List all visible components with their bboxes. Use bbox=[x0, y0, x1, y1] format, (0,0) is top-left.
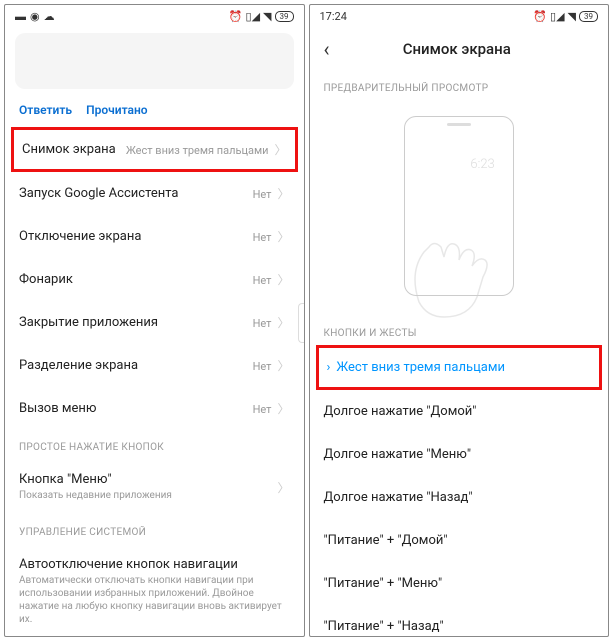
phone-left: ▬ ◉ ☁ ⏰ ▯◢ ◥ 39 Ответить Прочитано Снимо… bbox=[4, 4, 305, 637]
reply-action[interactable]: Ответить bbox=[19, 103, 72, 117]
phone-right: 17:24 ⏰ ▯◢ ◥ 39 ‹ Снимок экрана ПРЕДВАРИ… bbox=[309, 4, 610, 637]
setting-value: Нет bbox=[253, 360, 272, 373]
section-header-buttons: ПРОСТОЕ НАЖАТИЕ КНОПОК bbox=[5, 430, 304, 459]
chevron-right-icon: 〉 bbox=[274, 143, 286, 157]
setting-value: Нет bbox=[253, 317, 272, 330]
setting-flashlight[interactable]: Фонарик Нет 〉 bbox=[5, 258, 304, 301]
status-bar: 17:24 ⏰ ▯◢ ◥ 39 bbox=[310, 5, 609, 27]
chevron-right-icon: 〉 bbox=[277, 402, 289, 416]
setting-label: Кнопка "Меню" bbox=[19, 472, 172, 487]
back-icon[interactable]: ‹ bbox=[324, 37, 330, 61]
setting-label: Снимок экрана bbox=[22, 142, 116, 157]
gesture-label: Жест вниз тремя пальцами bbox=[336, 360, 505, 375]
wifi-icon: ◥ bbox=[568, 10, 576, 23]
cloud-icon: ☁ bbox=[44, 10, 55, 23]
status-bar: ▬ ◉ ☁ ⏰ ▯◢ ◥ 39 bbox=[5, 5, 304, 27]
setting-label: Закрытие приложения bbox=[19, 315, 158, 330]
preview-section-header: ПРЕДВАРИТЕЛЬНЫЙ ПРОСМОТР bbox=[310, 71, 609, 100]
gesture-label: "Питание" + "Назад" bbox=[324, 619, 444, 634]
chevron-right-icon: 〉 bbox=[277, 316, 289, 330]
setting-label: Фонарик bbox=[19, 272, 73, 287]
preview-time: 6:23 bbox=[470, 157, 494, 172]
gesture-label: "Питание" + "Домой" bbox=[324, 533, 448, 548]
signal-icon: ▯◢ bbox=[246, 10, 261, 23]
preview-illustration: 6:23 bbox=[324, 106, 595, 306]
gesture-power-home[interactable]: "Питание" + "Домой" bbox=[310, 519, 609, 562]
setting-label: Разделение экрана bbox=[19, 358, 138, 373]
alarm-icon: ⏰ bbox=[533, 10, 547, 23]
gesture-long-home[interactable]: Долгое нажатие "Домой" bbox=[310, 390, 609, 433]
chevron-right-icon: 〉 bbox=[277, 187, 289, 201]
hand-icon bbox=[389, 202, 529, 322]
chevron-right-icon: 〉 bbox=[277, 230, 289, 244]
page-header: ‹ Снимок экрана bbox=[310, 27, 609, 71]
setting-value: Нет bbox=[253, 188, 272, 201]
section-header-system: УПРАВЛЕНИЕ СИСТЕМОЙ bbox=[5, 515, 304, 544]
setting-sublabel: Показать недавние приложения bbox=[19, 489, 172, 502]
gesture-label: "Питание" + "Меню" bbox=[324, 576, 443, 591]
battery-level: 39 bbox=[579, 11, 598, 22]
gesture-long-menu[interactable]: Долгое нажатие "Меню" bbox=[310, 433, 609, 476]
chevron-right-icon: 〉 bbox=[277, 359, 289, 373]
side-handle-icon bbox=[298, 303, 304, 343]
setting-label: Отключение экрана bbox=[19, 229, 141, 244]
read-action[interactable]: Прочитано bbox=[86, 103, 148, 117]
battery-level: 39 bbox=[275, 11, 294, 22]
setting-screen-off[interactable]: Отключение экрана Нет 〉 bbox=[5, 215, 304, 258]
notification-card[interactable] bbox=[15, 33, 294, 89]
setting-screenshot[interactable]: Снимок экрана Жест вниз тремя пальцами 〉 bbox=[11, 127, 298, 172]
clock-time: 17:24 bbox=[320, 10, 347, 23]
gesture-power-back[interactable]: "Питание" + "Назад" bbox=[310, 605, 609, 636]
gesture-long-back[interactable]: Долгое нажатие "Назад" bbox=[310, 476, 609, 519]
gesture-label: Долгое нажатие "Меню" bbox=[324, 447, 472, 462]
chat-icon: ▬ bbox=[15, 10, 26, 23]
gesture-swipe-down[interactable]: › Жест вниз тремя пальцами bbox=[316, 345, 603, 390]
setting-label: Вызов меню bbox=[19, 401, 97, 416]
setting-menu-call[interactable]: Вызов меню Нет 〉 bbox=[5, 387, 304, 430]
setting-value: Нет bbox=[253, 274, 272, 287]
gesture-power-menu[interactable]: "Питание" + "Меню" bbox=[310, 562, 609, 605]
alarm-icon: ⏰ bbox=[229, 10, 243, 23]
setting-sublabel: Автоматически отключать кнопки навигации… bbox=[19, 574, 290, 626]
setting-split-screen[interactable]: Разделение экрана Нет 〉 bbox=[5, 344, 304, 387]
gesture-label: Долгое нажатие "Домой" bbox=[324, 404, 477, 419]
wifi-icon: ◥ bbox=[263, 10, 271, 23]
notification-actions: Ответить Прочитано bbox=[5, 99, 304, 127]
checkmark-icon: › bbox=[327, 360, 331, 375]
eye-icon: ◉ bbox=[30, 10, 40, 23]
signal-icon: ▯◢ bbox=[550, 10, 565, 23]
setting-value: Жест вниз тремя пальцами bbox=[126, 144, 269, 157]
chevron-right-icon: 〉 bbox=[277, 479, 289, 496]
setting-menu-button[interactable]: Кнопка "Меню" Показать недавние приложен… bbox=[5, 459, 304, 515]
setting-auto-off-nav[interactable]: Автоотключение кнопок навигации Автомати… bbox=[5, 544, 304, 636]
setting-value: Нет bbox=[253, 231, 272, 244]
chevron-right-icon: 〉 bbox=[277, 273, 289, 287]
page-title: Снимок экрана bbox=[344, 40, 570, 58]
gesture-label: Долгое нажатие "Назад" bbox=[324, 490, 473, 505]
setting-label: Запуск Google Ассистента bbox=[19, 186, 178, 201]
setting-assistant[interactable]: Запуск Google Ассистента Нет 〉 bbox=[5, 172, 304, 215]
setting-label: Автоотключение кнопок навигации bbox=[19, 557, 290, 572]
setting-close-app[interactable]: Закрытие приложения Нет 〉 bbox=[5, 301, 304, 344]
setting-value: Нет bbox=[253, 403, 272, 416]
